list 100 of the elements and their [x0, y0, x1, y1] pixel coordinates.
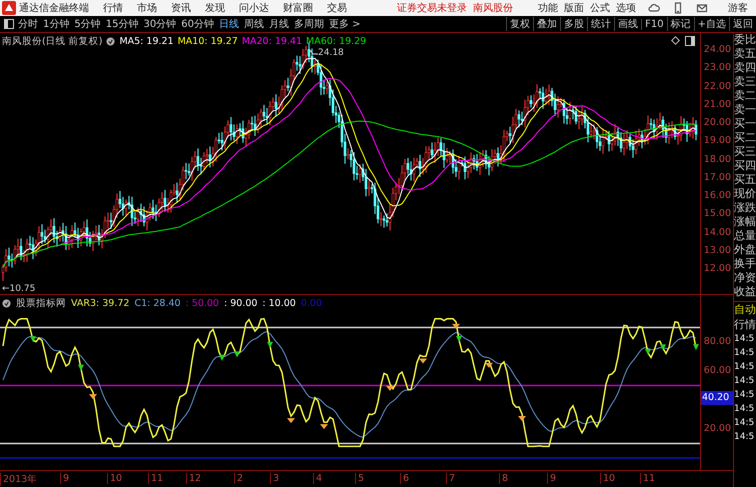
quote-field-label: 净资 [734, 271, 756, 285]
quote-field-label: 卖一 [734, 103, 756, 117]
login-status[interactable]: 证券交易未登录 [397, 1, 467, 15]
mode-label[interactable]: 自动 [734, 301, 756, 317]
indicator-value: : 90.00 [224, 298, 258, 309]
axis-label: 9 [547, 473, 556, 484]
indicator-value: VAR3: 39.72 [71, 298, 130, 309]
app-title: 通达信金融终端 [19, 2, 89, 15]
indicator-value: 0.00 [300, 298, 322, 309]
trade-time: 14:5 [734, 361, 756, 374]
menu-item[interactable]: 功能 [538, 1, 558, 15]
period-tab[interactable]: 月线 [268, 17, 289, 31]
period-tab[interactable]: 更多 > [328, 17, 361, 31]
indicator-title: 股票指标网 [16, 296, 66, 310]
axis-label: 10 [600, 473, 616, 484]
low-price-label: ←10.75 [2, 284, 36, 294]
current-value-label: 40.20 [701, 391, 733, 406]
quote-field-label: 买四 [734, 159, 756, 173]
axis-label: 23.00 [704, 62, 731, 74]
period-tab[interactable]: 日线 [218, 17, 239, 31]
toolbar-button[interactable]: 叠加 [533, 17, 560, 31]
ma-value: MA5: 19.21 [119, 36, 174, 47]
period-tab[interactable]: 15分钟 [106, 17, 138, 31]
toolbar-button[interactable]: 多股 [560, 17, 588, 31]
trade-time: 14:5 [734, 333, 756, 346]
quote-field-label: 买三 [734, 145, 756, 159]
toolbar-button[interactable]: +自选 [694, 17, 729, 31]
menu-item[interactable]: 交易 [327, 1, 347, 15]
ma-value: MA20: 19.41 [242, 36, 302, 47]
trade-time: 14:5 [734, 389, 756, 402]
period-tab[interactable]: 1分钟 [43, 17, 70, 31]
axis-label: 13.00 [704, 244, 731, 256]
toolbar-button[interactable]: 统计 [587, 17, 614, 31]
stock-name[interactable]: 南风股份 [473, 1, 513, 15]
axis-label: 22.00 [704, 80, 731, 92]
axis-label: 20.00 [704, 422, 731, 434]
quote-field-label: 委比 [734, 33, 756, 47]
axis-label: 4 [313, 473, 322, 484]
menu-item[interactable]: 财富圈 [283, 1, 313, 15]
trade-time: 14:5 [734, 431, 756, 444]
axis-label: 19.00 [704, 135, 731, 146]
axis-label: 16.00 [704, 190, 731, 201]
axis-label: 8 [499, 473, 508, 484]
period-tab[interactable]: 周线 [244, 17, 264, 31]
axis-label: 9 [60, 473, 70, 484]
period-tab[interactable]: 分时 [18, 17, 38, 31]
axis-label: 20.00 [704, 117, 731, 128]
axis-label: 10 [107, 473, 122, 484]
axis-label: 14.00 [704, 226, 731, 238]
axis-label: 21.00 [704, 98, 731, 110]
quote-field-label: 买二 [734, 131, 756, 145]
quote-field-label: 卖五 [734, 47, 756, 61]
quote-field-label: 卖四 [734, 61, 756, 75]
indicator-value: C1: 28.40 [134, 298, 181, 309]
menu-item[interactable]: 版面 [564, 1, 584, 15]
menu-item[interactable]: 问小达 [239, 1, 269, 15]
period-tab[interactable]: 60分钟 [181, 17, 214, 31]
quote-field-label: 现价 [734, 187, 756, 201]
trade-time: 14:5 [734, 347, 756, 360]
toolbar-button[interactable]: F10 [641, 18, 667, 30]
toolbar-button[interactable]: 标记 [666, 17, 694, 31]
ma-value: MA10: 19.27 [178, 36, 238, 47]
menu-item[interactable]: 选项 [616, 1, 636, 15]
period-tab[interactable]: 多周期 [294, 17, 324, 31]
axis-label: 11 [640, 473, 656, 484]
menu-item[interactable]: 市场 [137, 1, 157, 15]
axis-label: 6 [400, 473, 410, 484]
trade-time: 14:5 [734, 375, 756, 388]
toolbar-button[interactable]: 复权 [506, 17, 534, 31]
high-price-label: 24.18 [318, 48, 344, 58]
menu-item[interactable]: 公式 [590, 1, 610, 15]
axis-label: 7 [446, 473, 456, 484]
axis-label: 5 [355, 473, 364, 484]
axis-label: 24.00 [704, 44, 731, 55]
axis-label: 80.00 [704, 336, 731, 347]
indicator-value: : 50.00 [186, 298, 219, 309]
quote-field-label: 卖三 [734, 75, 756, 89]
quote-field-label: 换手 [734, 257, 756, 271]
menu-item[interactable]: 资讯 [171, 1, 191, 15]
toolbar-button[interactable]: 画线 [614, 17, 642, 31]
axis-label: 17.00 [704, 172, 731, 183]
quote-field-label: 总量 [734, 229, 756, 243]
axis-label: 60.00 [704, 364, 731, 376]
quote-field-label: 涨幅 [734, 215, 756, 229]
axis-label: 3 [270, 473, 280, 484]
period-tab[interactable]: 30分钟 [143, 17, 176, 31]
toolbar-button[interactable]: 返回 [729, 17, 756, 31]
quote-tab[interactable]: 行情 [734, 317, 756, 332]
period-tab[interactable]: 5分钟 [74, 17, 101, 31]
quote-field-label: 外盘 [734, 243, 756, 257]
axis-label: 11 [148, 473, 164, 484]
axis-label: 12 [186, 473, 202, 484]
trade-time: 14:5 [734, 403, 756, 416]
quote-field-label: 收益 [734, 285, 756, 299]
menu-item[interactable]: 行情 [103, 1, 123, 15]
user-name[interactable]: 游客 [728, 1, 748, 15]
axis-label: 15.00 [704, 208, 731, 220]
axis-label: 2 [234, 473, 244, 484]
menu-item[interactable]: 发现 [205, 1, 225, 15]
axis-label: 2013年 [0, 473, 38, 486]
